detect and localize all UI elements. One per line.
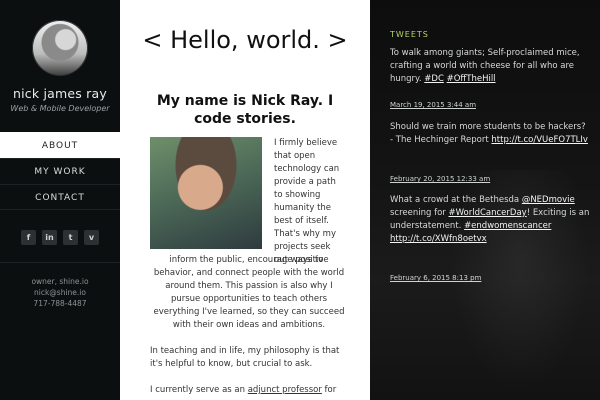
nav-item-my-work[interactable]: MY WORK <box>0 158 120 184</box>
contact-info: owner, shine.io nick@shine.io 717-788-44… <box>0 276 120 309</box>
intro-paragraph-wrap: I firmly believe that open technology ca… <box>274 138 340 265</box>
hashtag-link[interactable]: #endwomenscancer <box>464 221 551 231</box>
tweet-date-link[interactable]: February 6, 2015 8:13 pm <box>390 274 481 282</box>
tweet-text: What a crowd at the Bethesda <box>390 195 522 205</box>
tweets-heading: TWEETS <box>390 30 429 39</box>
tweet: To walk among giants; Self-proclaimed mi… <box>390 47 590 86</box>
linkedin-icon[interactable]: in <box>42 230 57 245</box>
tweet-date-link[interactable]: March 19, 2015 3:44 am <box>390 101 476 109</box>
social-links: f in t v <box>0 230 120 245</box>
current-role-paragraph: I currently serve as an adjunct professo… <box>150 384 348 397</box>
current-role-suffix: for <box>321 385 337 395</box>
tweet-date-link[interactable]: February 20, 2015 12:33 am <box>390 175 490 183</box>
adjunct-professor-link[interactable]: adjunct professor <box>248 385 322 395</box>
page-subtitle: My name is Nick Ray. I code stories. <box>156 93 334 127</box>
nav-item-contact[interactable]: CONTACT <box>0 184 120 210</box>
contact-phone[interactable]: 717-788-4487 <box>0 298 120 309</box>
contact-company[interactable]: owner, shine.io <box>0 276 120 287</box>
tweet-url-link[interactable]: http://t.co/VUeFO7TLIv <box>491 135 588 145</box>
tagline: Web & Mobile Developer <box>10 104 110 113</box>
contact-email[interactable]: nick@shine.io <box>0 287 120 298</box>
hashtag-link[interactable]: #DC <box>424 74 444 84</box>
profile-photo <box>150 137 262 249</box>
mention-link[interactable]: @NEDmovie <box>522 195 575 205</box>
main-content: < Hello, world. > My name is Nick Ray. I… <box>120 0 370 400</box>
tweets-panel: TWEETS To walk among giants; Self-procla… <box>370 0 600 400</box>
tweet-url-link[interactable]: http://t.co/XWfn8oetvx <box>390 234 487 244</box>
tweet-text: screening for <box>390 208 449 218</box>
twitter-icon[interactable]: t <box>63 230 78 245</box>
tweet: Should we train more students to be hack… <box>390 121 590 147</box>
sidebar: nick james ray Web & Mobile Developer AB… <box>0 0 120 400</box>
current-role-prefix: I currently serve as an <box>150 385 248 395</box>
nav-item-about[interactable]: ABOUT <box>0 132 120 158</box>
hashtag-link[interactable]: #OffTheHill <box>447 74 496 84</box>
page-title: < Hello, world. > <box>142 26 348 54</box>
avatar[interactable] <box>32 20 88 76</box>
facebook-icon[interactable]: f <box>21 230 36 245</box>
site-name[interactable]: nick james ray <box>0 86 120 101</box>
intro-paragraph-continued: inform the public, encourage positive be… <box>153 255 345 330</box>
hashtag-link[interactable]: #WorldCancerDay <box>449 208 527 218</box>
philosophy-paragraph: In teaching and in life, my philosophy i… <box>150 346 340 369</box>
vimeo-icon[interactable]: v <box>84 230 99 245</box>
tweet: What a crowd at the Bethesda @NEDmovie s… <box>390 194 590 246</box>
sidebar-divider <box>0 262 120 263</box>
